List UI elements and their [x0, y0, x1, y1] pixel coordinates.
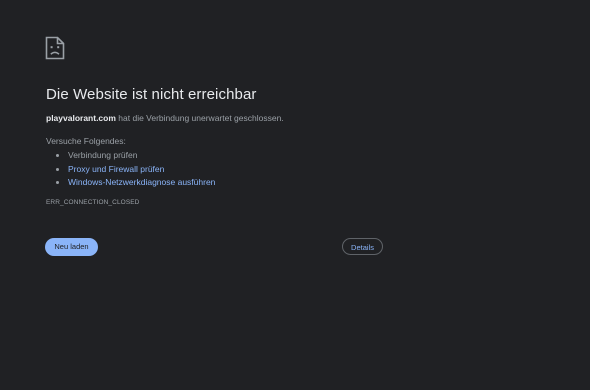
- error-title: Die Website ist nicht erreichbar: [46, 86, 257, 103]
- error-summary: playvalorant.com hat die Verbindung uner…: [46, 113, 284, 123]
- suggestion-check-proxy-firewall[interactable]: Proxy und Firewall prüfen: [68, 163, 215, 177]
- sad-document-icon: [45, 36, 65, 60]
- details-button[interactable]: Details: [342, 238, 383, 255]
- error-host: playvalorant.com: [46, 113, 116, 123]
- error-page: Die Website ist nicht erreichbar playval…: [0, 0, 590, 390]
- suggestions-list: Verbindung prüfen Proxy und Firewall prü…: [46, 149, 215, 190]
- suggestion-windows-network-diagnostics[interactable]: Windows-Netzwerkdiagnose ausführen: [68, 176, 215, 190]
- reload-button[interactable]: Neu laden: [45, 238, 98, 256]
- error-code: ERR_CONNECTION_CLOSED: [46, 199, 140, 206]
- suggestion-check-connection: Verbindung prüfen: [68, 149, 215, 163]
- error-summary-text: hat die Verbindung unerwartet geschlosse…: [115, 113, 284, 123]
- suggestions-heading: Versuche Folgendes:: [46, 136, 126, 146]
